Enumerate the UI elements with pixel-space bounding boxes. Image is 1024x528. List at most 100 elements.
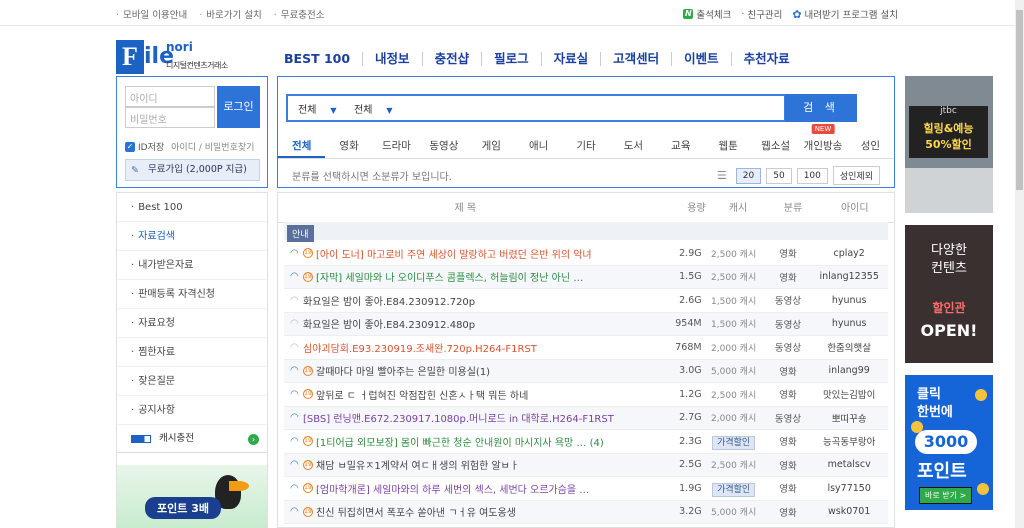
row-size: 1.2G [679,388,702,400]
row-uploader[interactable]: metalscv [810,459,888,470]
row-uploader[interactable]: 뽀띠꾸숑 [810,411,888,425]
point-banner[interactable]: 포인트 3배 [117,465,267,528]
row-size: 3.2G [679,506,702,518]
sidebar-item-wishlist[interactable]: 찜한자료 [117,338,267,367]
tab-webtoon[interactable]: 웹툰 [705,133,752,158]
row-title[interactable]: [아이 도너] 마고로비 주연 세상이 말랑하고 버렸던 은반 위의 악녀 [316,246,592,261]
row-size: 2.9G [679,247,702,259]
nav-support[interactable]: 고객센터 [600,52,671,66]
tab-personal-broadcast[interactable]: NEW 개인방송 [799,124,846,158]
tab-drama[interactable]: 드라마 [373,133,420,158]
table-row[interactable]: ◠ 19 앞뒤로 ㄷ ㅓ럽혀진 악점잡힌 신혼ㅅㅏ택 뭐든 하네 1.2G 2,500 … [284,383,888,407]
row-uploader[interactable]: wsk0701 [810,506,888,517]
tab-adult[interactable]: 성인 [847,133,894,158]
nav-filog[interactable]: 필로그 [481,52,541,66]
nav-events[interactable]: 이벤트 [671,52,731,66]
search-button[interactable]: 검 색 [785,94,857,122]
row-title[interactable]: 갈때마다 마일 빨아주는 은밀한 미용실(1) [316,363,490,378]
list-view-icon[interactable]: ☰ [717,169,727,182]
login-button[interactable]: 로그인 [217,86,260,128]
tab-video[interactable]: 동영상 [420,133,467,158]
per-page-100[interactable]: 100 [796,167,828,184]
row-title[interactable]: 화요일은 밤이 좋아.E84.230912.480p [303,316,475,331]
join-button[interactable]: ✎ 무료가입 (2,000P 지급) [125,159,260,181]
checkbox-icon[interactable]: ✓ [125,141,135,152]
ad-discount-hall[interactable]: 다양한 컨텐츠 할인관 OPEN! [905,225,993,363]
row-title[interactable]: [1티어급 외모보장] 몸이 빠근한 청순 안내원이 마시지사 욕망 … (4) [316,434,604,449]
download-program-link[interactable]: ✿ 내려받기 프로그램 설치 [792,7,898,22]
password-field[interactable]: 비밀번호 [125,107,215,128]
tab-education[interactable]: 교육 [657,133,704,158]
table-row[interactable]: ◠ 19 친신 뒤집히면서 폭포수 쏟아낸 ㄱㅓ유 여도옹생 3.2G 5,000 캐시… [284,500,888,524]
category-select[interactable]: 전체 ▼ [298,101,337,116]
free-charge-link[interactable]: 무료충전소 [274,7,325,21]
table-row[interactable]: ◠ 19 [자막] 세일마와 나 오이디푸스 콤플렉스, 허늘림이 정난 아닌 … 1… [284,265,888,289]
friends-link[interactable]: · 친구관리 [741,7,782,22]
field-select[interactable]: 전체 ▼ [354,101,393,116]
row-title[interactable]: 화요일은 밤이 좋아.E84.230912.720p [303,293,475,308]
table-row[interactable]: ◠ 심야괴담회.E93.230919.조새완.720p.H264-F1RST 768… [284,336,888,360]
sidebar-item-received[interactable]: 내가받은자료 [117,251,267,280]
site-logo[interactable]: F ile nori 디지털컨텐츠거래소 [116,38,251,74]
tab-books[interactable]: 도서 [610,133,657,158]
sidebar-item-faq[interactable]: 잦은질문 [117,367,267,396]
row-title[interactable]: 채담 ㅂ밀유ㅈ1계약서 여ㄷㅐ생의 위험한 알ㅂㅏ [316,457,519,472]
tab-movie[interactable]: 영화 [325,133,372,158]
nav-charge-shop[interactable]: 충전샵 [421,52,482,66]
tab-etc[interactable]: 기타 [562,133,609,158]
row-uploader[interactable]: 맛있는김밥이 [810,387,888,401]
tab-game[interactable]: 게임 [468,133,515,158]
tab-all[interactable]: 전체 [278,133,326,158]
nav-best100[interactable]: BEST 100 [284,52,362,66]
per-page-20[interactable]: 20 [735,167,762,184]
remember-id[interactable]: ✓ ID저장 아이디 / 비밀번호찾기 [125,140,254,153]
row-uploader[interactable]: inlang12355 [810,271,888,282]
row-uploader[interactable]: 능곡동부랑아 [810,434,888,448]
attendance-link[interactable]: N 출석체크 [683,7,731,21]
sidebar-item-seller-apply[interactable]: 판매등록 자격신청 [117,280,267,309]
table-row[interactable]: ◠ 19 [엄마학개론] 세일마와의 하루 세번의 섹스, 세번다 오르가슴을 … 1… [284,477,888,501]
row-uploader[interactable]: cplay2 [810,248,888,259]
cash-charge-button[interactable]: 캐시충전 › [117,425,267,453]
table-row[interactable]: ◠ [SBS] 런닝맨.E672.230917.1080p.머니로드 in 대학로… [284,406,888,430]
row-uploader[interactable]: 한줌의햇살 [810,340,888,354]
row-uploader[interactable]: lsy77150 [810,483,888,494]
per-page-50[interactable]: 50 [766,167,792,184]
table-row[interactable]: ◠ 19 [1티어급 외모보장] 몸이 빠근한 청순 안내원이 마시지사 욕망 … … [284,430,888,454]
row-size: 2.7G [679,412,702,424]
nav-myinfo[interactable]: 내정보 [362,52,422,66]
table-row[interactable]: ◠ 화요일은 밤이 좋아.E84.230912.720p 2.6G 1,500 캐시 동… [284,289,888,313]
page-scrollbar[interactable] [1015,0,1024,528]
ad-jtbc[interactable]: jtbc 힐링&예능 50%할인 [905,76,993,213]
row-uploader[interactable]: inlang99 [810,365,888,376]
find-account-link[interactable]: 아이디 / 비밀번호찾기 [171,140,254,153]
search-input[interactable] [410,96,780,120]
table-row[interactable]: ◠ 19 채담 ㅂ밀유ㅈ1계약서 여ㄷㅐ생의 위험한 알ㅂㅏ 2.5G 2,500 캐시… [284,453,888,477]
id-field[interactable]: 아이디 [125,86,215,107]
tab-webnovel[interactable]: 웹소설 [752,133,799,158]
sidebar-item-notice[interactable]: 공지사항 [117,396,267,425]
nav-recommended[interactable]: 추천자료 [730,52,802,66]
row-uploader[interactable]: hyunus [810,295,888,306]
row-title[interactable]: 앞뒤로 ㄷ ㅓ럽혀진 악점잡힌 신혼ㅅㅏ택 뭐든 하네 [316,387,528,402]
row-category: 동영상 [774,343,802,355]
ad-3000-points[interactable]: 클릭 한번에 3000 포인트 바로 받기 > [905,375,993,510]
row-uploader[interactable]: hyunus [810,318,888,329]
sidebar-item-search[interactable]: 자료검색 [117,222,267,251]
table-row[interactable]: ◠ 19 갈때마다 마일 빨아주는 은밀한 미용실(1) 3.0G 5,000 캐시 영화… [284,359,888,383]
nav-library[interactable]: 자료실 [540,52,601,66]
sidebar-item-best100[interactable]: Best 100 [117,193,267,222]
table-row[interactable]: ◠ 19 [아이 도너] 마고로비 주연 세상이 말랑하고 버렸던 은반 위의 악녀… [284,242,888,266]
row-title[interactable]: [자막] 세일마와 나 오이디푸스 콤플렉스, 허늘림이 정난 아닌 … [316,269,583,284]
row-title[interactable]: [SBS] 런닝맨.E672.230917.1080p.머니로드 in 대학로.… [303,410,614,425]
table-row[interactable]: ◠ 화요일은 밤이 좋아.E84.230912.480p 954M 1,500 캐시 동… [284,312,888,336]
mobile-guide-link[interactable]: 모바일 이용안내 [116,7,187,21]
row-title[interactable]: [엄마학개론] 세일마와의 하루 세번의 섹스, 세번다 오르가슴을 … [316,481,589,496]
row-title[interactable]: 친신 뒤집히면서 폭포수 쏟아낸 ㄱㅓ유 여도옹생 [316,504,516,519]
notice-badge[interactable]: 안내 [287,225,314,242]
tab-anime[interactable]: 애니 [515,133,562,158]
exclude-adult-button[interactable]: 성인제외 [832,166,880,185]
sidebar-item-request[interactable]: 자료요청 [117,309,267,338]
row-title[interactable]: 심야괴담회.E93.230919.조새완.720p.H264-F1RST [303,340,537,355]
shortcut-install-link[interactable]: 바로가기 설치 [199,7,261,21]
